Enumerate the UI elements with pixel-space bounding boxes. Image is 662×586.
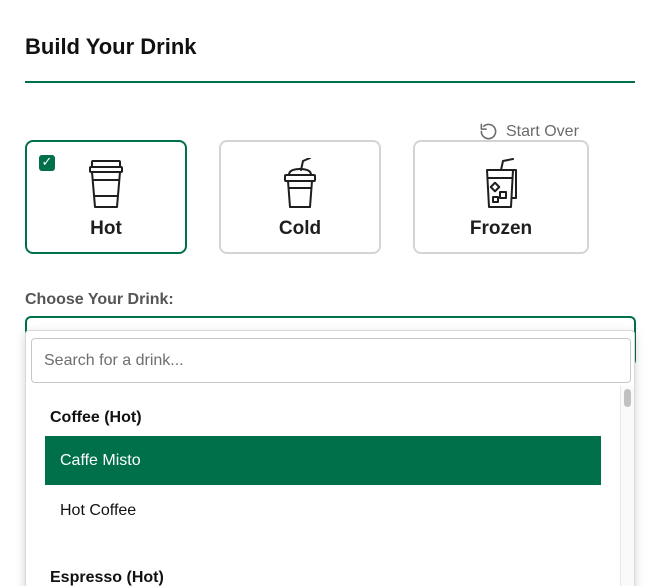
title-divider xyxy=(25,81,635,83)
hot-cup-icon xyxy=(89,160,123,208)
temp-card-cold[interactable]: Cold xyxy=(219,140,381,254)
group-header-coffee-hot: Coffee (Hot) xyxy=(50,409,142,426)
group-header-espresso-hot: Espresso (Hot) xyxy=(50,569,164,586)
scrollbar-thumb[interactable] xyxy=(624,389,631,407)
temp-card-frozen[interactable]: Frozen xyxy=(413,140,589,254)
option-hot-coffee[interactable]: Hot Coffee xyxy=(45,486,601,535)
temp-card-label: Frozen xyxy=(469,218,533,239)
drink-dropdown: Coffee (Hot) Caffe Misto Hot Coffee Espr… xyxy=(25,330,635,586)
rotate-ccw-icon xyxy=(480,123,497,140)
choose-drink-label: Choose Your Drink: xyxy=(25,291,174,308)
temp-card-label: Cold xyxy=(278,218,322,239)
dropdown-scrollbar[interactable] xyxy=(620,386,634,586)
drink-search-input[interactable] xyxy=(31,338,631,383)
start-over-label: Start Over xyxy=(506,122,579,140)
cold-cup-icon xyxy=(284,158,316,208)
page-title: Build Your Drink xyxy=(25,34,197,59)
frozen-cup-icon xyxy=(486,158,517,208)
temp-card-hot[interactable]: ✓ Hot xyxy=(25,140,187,254)
start-over-button[interactable]: Start Over xyxy=(479,122,579,141)
temp-card-label: Hot xyxy=(90,218,122,239)
option-caffe-misto[interactable]: Caffe Misto xyxy=(45,436,601,485)
checkbox-checked-icon: ✓ xyxy=(39,155,55,171)
